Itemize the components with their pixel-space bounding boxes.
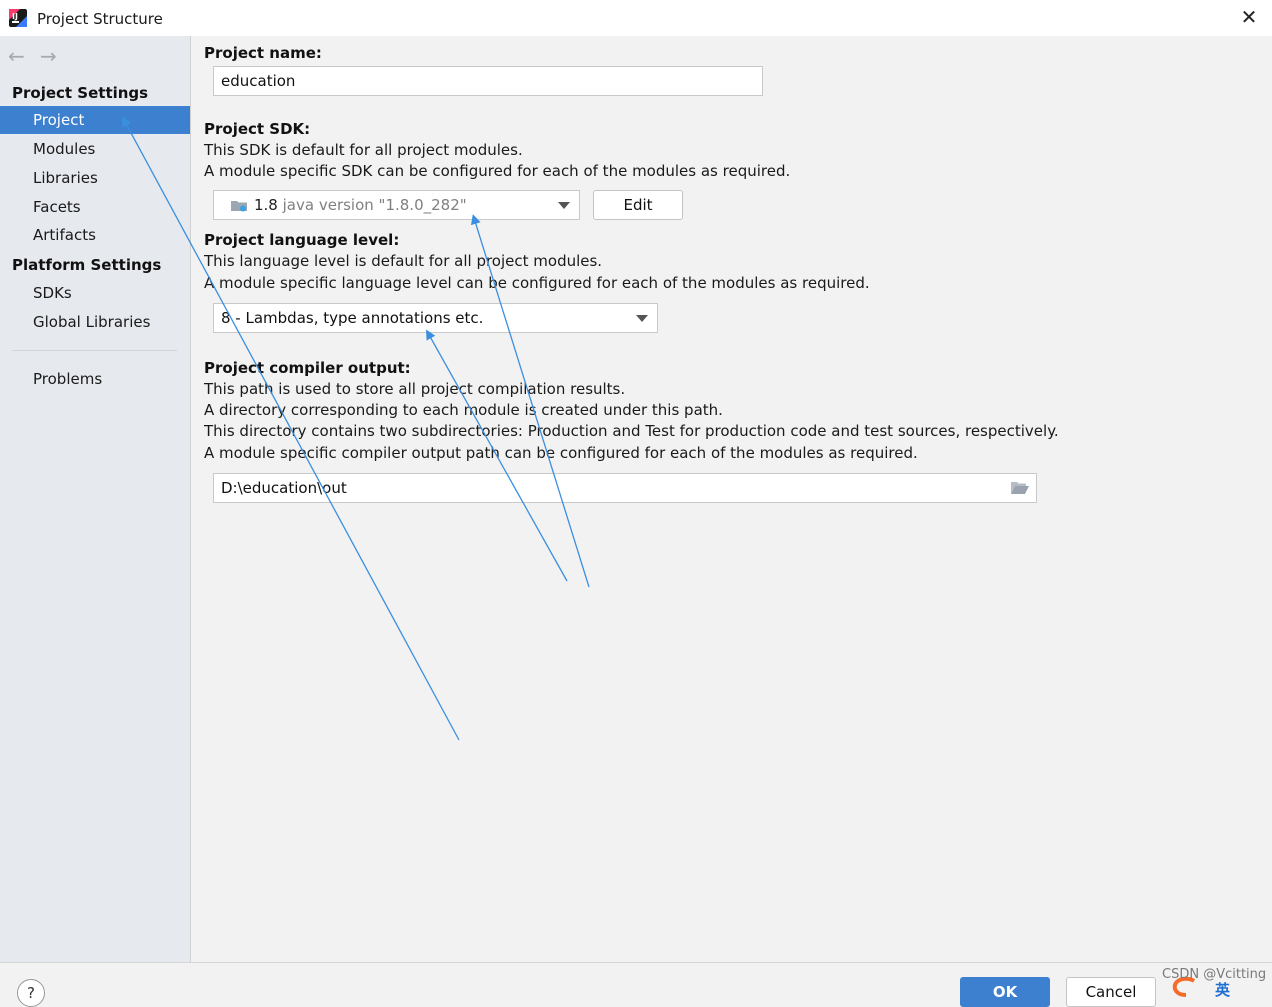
sidebar-item-libraries[interactable]: Libraries xyxy=(0,164,190,192)
sidebar-item-facets[interactable]: Facets xyxy=(0,193,190,221)
compiler-output-desc-1: This path is used to store all project c… xyxy=(204,380,626,398)
sidebar-item-artifacts[interactable]: Artifacts xyxy=(0,221,190,249)
compiler-output-desc-4: A module specific compiler output path c… xyxy=(204,444,918,462)
compiler-output-label: Project compiler output: xyxy=(204,359,411,377)
intellij-idea-icon: IJ xyxy=(9,9,27,27)
sidebar-item-problems[interactable]: Problems xyxy=(0,365,190,393)
sidebar-divider xyxy=(12,350,177,351)
language-level-value: 8 - Lambdas, type annotations etc. xyxy=(221,309,484,327)
title-bar: IJ Project Structure ✕ xyxy=(0,0,1272,36)
compiler-output-desc-3: This directory contains two subdirectori… xyxy=(204,422,1059,440)
sidebar-item-project[interactable]: Project xyxy=(0,106,190,134)
input-method-indicator: 英 xyxy=(1215,981,1231,999)
sdk-folder-icon xyxy=(231,201,247,212)
project-sdk-label: Project SDK: xyxy=(204,120,311,138)
language-level-dropdown[interactable]: 8 - Lambdas, type annotations etc. xyxy=(213,303,658,333)
folder-open-icon[interactable] xyxy=(1010,480,1030,496)
chevron-down-icon xyxy=(636,315,648,322)
compiler-output-path-input[interactable]: D:\education\out xyxy=(213,473,1037,503)
project-sdk-desc-2: A module specific SDK can be configured … xyxy=(204,162,791,180)
dialog-footer: ? OK Cancel CSDN @Vcitting 英 xyxy=(0,962,1272,1007)
compiler-output-path: D:\education\out xyxy=(221,479,347,497)
sidebar-item-global-libraries[interactable]: Global Libraries xyxy=(0,308,190,336)
sidebar-item-sdks[interactable]: SDKs xyxy=(0,279,190,307)
arrow-right-icon[interactable]: → xyxy=(40,44,57,68)
project-sdk-desc-1: This SDK is default for all project modu… xyxy=(204,141,523,159)
language-level-desc-2: A module specific language level can be … xyxy=(204,274,870,292)
help-button[interactable]: ? xyxy=(17,979,45,1007)
close-icon[interactable]: ✕ xyxy=(1238,6,1260,28)
sidebar-item-modules[interactable]: Modules xyxy=(0,135,190,163)
sdk-version: 1.8 xyxy=(254,196,278,214)
sidebar-header-project-settings: Project Settings xyxy=(12,84,149,102)
compiler-output-desc-2: A directory corresponding to each module… xyxy=(204,401,723,419)
project-name-input[interactable]: education xyxy=(213,66,763,96)
arrow-left-icon[interactable]: ← xyxy=(8,44,25,68)
sidebar-header-platform-settings: Platform Settings xyxy=(12,256,162,274)
ok-button[interactable]: OK xyxy=(960,977,1050,1007)
language-level-label: Project language level: xyxy=(204,231,400,249)
project-name-label: Project name: xyxy=(204,44,322,62)
cancel-button[interactable]: Cancel xyxy=(1066,977,1156,1007)
edit-sdk-button[interactable]: Edit xyxy=(593,190,683,220)
chevron-down-icon xyxy=(558,202,570,209)
project-settings-panel: Project name: education Project SDK: Thi… xyxy=(191,36,1272,962)
project-sdk-dropdown[interactable]: 1.8 java version "1.8.0_282" xyxy=(213,190,580,220)
sdk-version-detail: java version "1.8.0_282" xyxy=(282,196,467,214)
sidebar: ← → Project Settings Project Modules Lib… xyxy=(0,36,191,962)
window-title: Project Structure xyxy=(37,10,163,28)
sdk-version-text: 1.8 java version "1.8.0_282" xyxy=(254,191,467,219)
language-level-desc-1: This language level is default for all p… xyxy=(204,252,603,270)
svg-text:IJ: IJ xyxy=(12,12,18,21)
